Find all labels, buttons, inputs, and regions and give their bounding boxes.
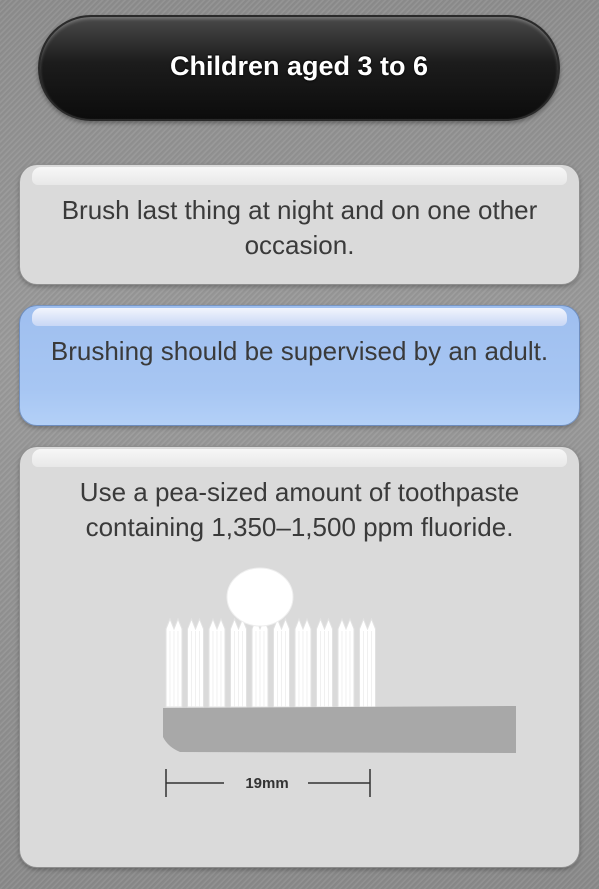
bristle-tufts [165, 617, 376, 708]
card-sheen [32, 308, 567, 326]
measurement-label: 19mm [245, 775, 288, 792]
tip-text: Brush last thing at night and on one oth… [61, 195, 538, 260]
tip-text: Brushing should be supervised by an adul… [50, 336, 549, 366]
page-title: Children aged 3 to 6 [169, 50, 429, 81]
tip-card-supervision: Brushing should be supervised by an adul… [19, 305, 580, 426]
tip-card-brush-times: Brush last thing at night and on one oth… [19, 164, 580, 285]
tip-card-toothpaste: Use a pea-sized amount of toothpaste con… [19, 446, 580, 868]
toothpaste-pea [226, 567, 294, 627]
title-banner: Children aged 3 to 6 [38, 15, 560, 121]
toothbrush-illustration: 19mm [163, 567, 516, 797]
card-sheen [32, 167, 567, 185]
brush-handle [163, 706, 516, 753]
